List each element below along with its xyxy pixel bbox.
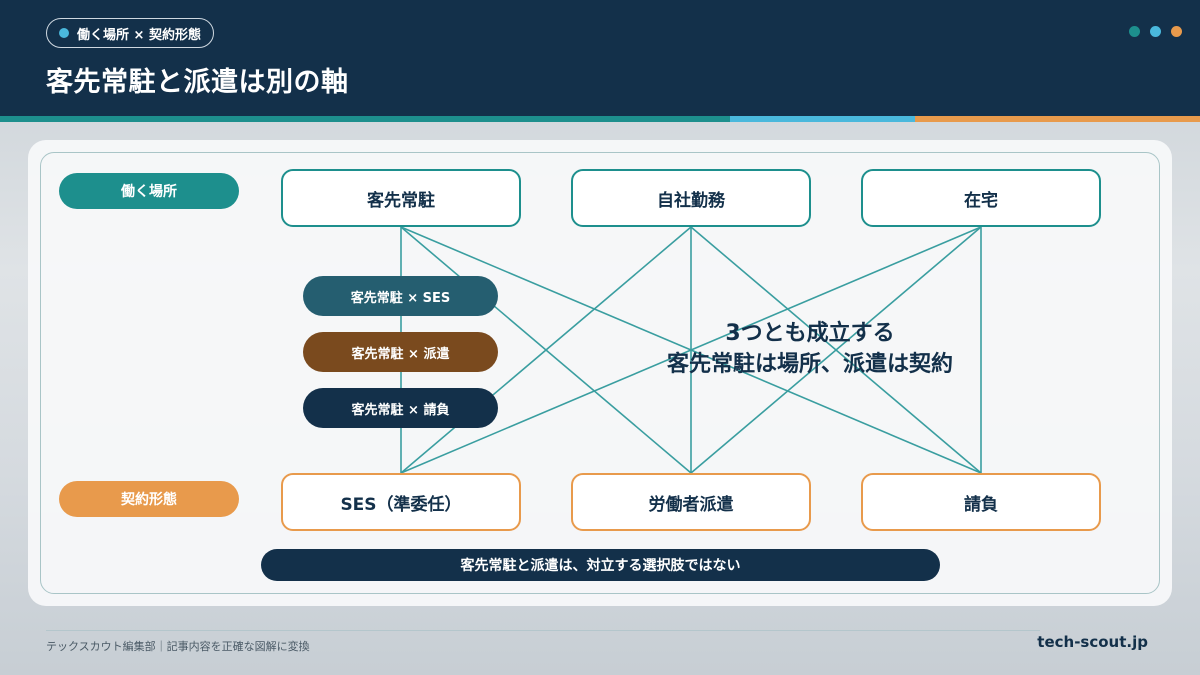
row-label-place: 働く場所 (59, 173, 239, 209)
combo-onsite-ukeoi: 客先常駐 × 請負 (303, 388, 498, 428)
center-message: 3つとも成立する 客先常駐は場所、派遣は契約 (620, 318, 1000, 380)
contract-box-dispatch: 労働者派遣 (571, 473, 811, 531)
contract-box-ukeoi: 請負 (861, 473, 1101, 531)
row-label-contract: 契約形態 (59, 481, 239, 517)
footer-credit: テックスカウト編集部｜記事内容を正確な図解に変換 (46, 640, 310, 653)
combo-onsite-dispatch: 客先常駐 × 派遣 (303, 332, 498, 372)
place-box-onsite: 客先常駐 (281, 169, 521, 227)
place-box-remote: 在宅 (861, 169, 1101, 227)
place-box-inhouse: 自社勤務 (571, 169, 811, 227)
contract-box-ses: SES（準委任） (281, 473, 521, 531)
footer-site-link[interactable]: tech-scout.jp (1037, 633, 1148, 651)
center-message-line2: 客先常駐は場所、派遣は契約 (666, 352, 953, 377)
conclusion-banner: 客先常駐と派遣は、対立する選択肢ではない (261, 549, 940, 581)
combo-onsite-ses: 客先常駐 × SES (303, 276, 498, 316)
footer-divider (46, 630, 1040, 631)
center-message-line1: 3つとも成立する (725, 321, 895, 346)
